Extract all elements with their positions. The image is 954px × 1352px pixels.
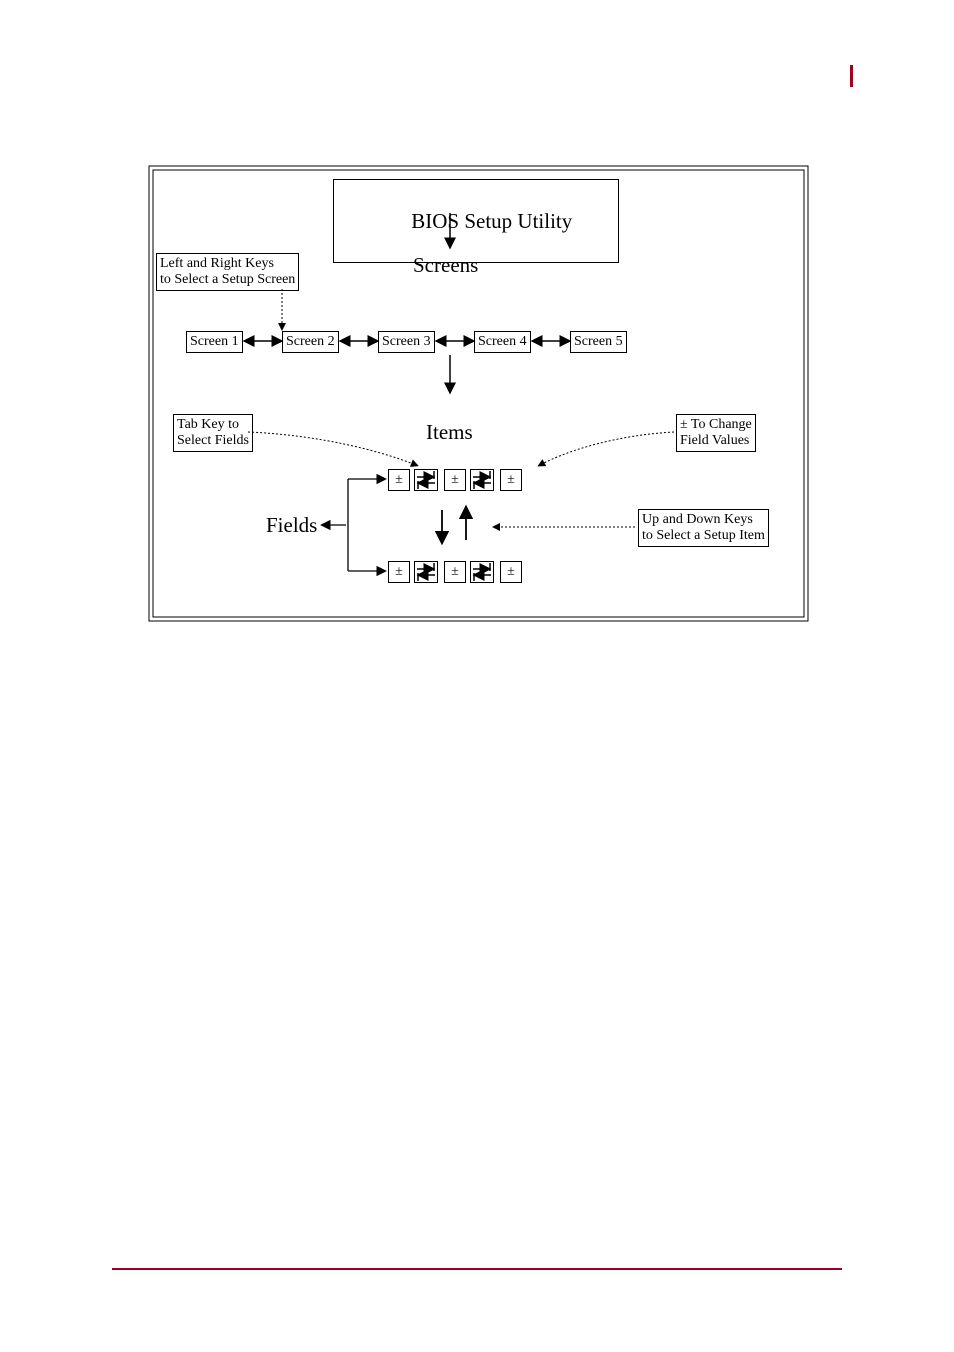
footer-divider: [112, 1268, 842, 1270]
page: BIOS Setup Utility Screens Left and Righ…: [0, 0, 954, 1352]
fields-bracket: [148, 165, 809, 622]
text-cursor: [850, 65, 853, 87]
bios-navigation-diagram: BIOS Setup Utility Screens Left and Righ…: [148, 165, 809, 622]
